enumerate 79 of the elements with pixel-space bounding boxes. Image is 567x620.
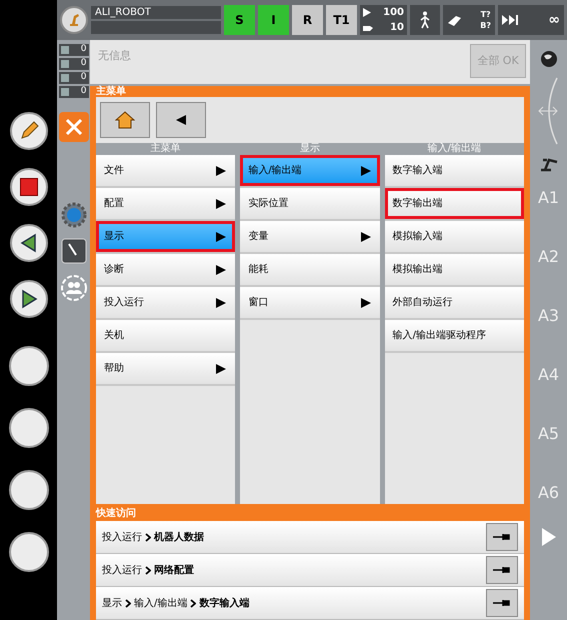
gear-icon[interactable] bbox=[60, 202, 86, 228]
status-button[interactable]: I bbox=[258, 5, 289, 35]
menu-item[interactable]: 数字输出端 bbox=[384, 188, 524, 221]
robot-logo-icon bbox=[60, 6, 88, 34]
softkey-button[interactable] bbox=[8, 470, 48, 510]
walking-person-icon[interactable] bbox=[410, 5, 440, 35]
menu-item[interactable]: 外部自动运行 bbox=[384, 287, 524, 320]
pin-button[interactable] bbox=[486, 523, 518, 551]
menu-item[interactable]: 文件 bbox=[96, 155, 236, 188]
menu-item[interactable]: 模拟输入端 bbox=[384, 221, 524, 254]
menu-item[interactable]: 数字输入端 bbox=[384, 155, 524, 188]
column-header: 输入/输出端 bbox=[384, 143, 524, 155]
menu-item[interactable]: 能耗 bbox=[240, 254, 380, 287]
pin-icon bbox=[493, 599, 511, 607]
menu-item[interactable]: 投入运行 bbox=[96, 287, 236, 320]
status-button[interactable]: T1 bbox=[326, 5, 357, 35]
column-header: 主菜单 bbox=[96, 143, 236, 155]
menu-item[interactable]: 帮助 bbox=[96, 353, 236, 386]
chevron-icon bbox=[145, 532, 151, 542]
robot-name-field: ALI_ROBOT bbox=[91, 6, 221, 19]
menu-item[interactable]: 模拟输出端 bbox=[384, 254, 524, 287]
menu-item[interactable]: 关机 bbox=[96, 320, 236, 353]
softkey-button[interactable] bbox=[8, 346, 48, 386]
globe-icon[interactable] bbox=[540, 50, 558, 68]
chevron-icon bbox=[125, 598, 131, 608]
tool-base-button[interactable]: T? B? bbox=[443, 5, 495, 35]
pin-button[interactable] bbox=[486, 589, 518, 617]
message-counter: 0 bbox=[58, 86, 88, 98]
home-button[interactable] bbox=[100, 102, 150, 138]
back-button[interactable] bbox=[156, 102, 206, 138]
back-triangle-icon bbox=[18, 233, 38, 253]
panel-title: 主菜单 bbox=[96, 86, 127, 97]
message-text: 无信息 bbox=[97, 48, 132, 64]
keypad-button[interactable] bbox=[10, 112, 48, 150]
menu-item[interactable]: 输入/输出端 bbox=[240, 155, 380, 188]
back-icon bbox=[176, 115, 186, 125]
robot-arm-icon[interactable] bbox=[538, 156, 558, 172]
status-button[interactable]: R bbox=[292, 5, 323, 35]
column-header: 显示 bbox=[240, 143, 380, 155]
pin-icon bbox=[493, 533, 511, 541]
close-button[interactable] bbox=[58, 112, 88, 142]
stop-icon bbox=[20, 178, 38, 196]
panel-title: 快速访问 bbox=[96, 506, 137, 521]
message-counter: 0 bbox=[58, 72, 88, 84]
menu-item[interactable]: 窗口 bbox=[240, 287, 380, 320]
quick-access-path[interactable]: 显示 输入/输出端 数字输入端 bbox=[102, 596, 250, 610]
pin-button[interactable] bbox=[486, 556, 518, 584]
tool-label: T? bbox=[480, 9, 491, 20]
menu-item[interactable]: 实际位置 bbox=[240, 188, 380, 221]
keypad-button[interactable] bbox=[10, 224, 48, 262]
pin-icon bbox=[493, 566, 511, 574]
run-mode-button[interactable]: ∞ bbox=[498, 5, 564, 35]
close-icon bbox=[64, 118, 82, 136]
program-override: 100 bbox=[383, 6, 404, 20]
base-label: B? bbox=[480, 20, 491, 31]
users-icon[interactable] bbox=[60, 274, 88, 302]
play-icon[interactable] bbox=[542, 528, 556, 546]
message-counter: 0 bbox=[58, 44, 88, 56]
menu-item[interactable]: 显示 bbox=[96, 221, 236, 254]
chevron-icon bbox=[145, 566, 151, 574]
keypad-button[interactable] bbox=[10, 280, 48, 318]
softkey-button[interactable] bbox=[8, 408, 48, 448]
rotation-curve-drawing bbox=[536, 76, 560, 146]
softkey-button[interactable] bbox=[8, 532, 48, 572]
keypad-button[interactable] bbox=[10, 168, 48, 206]
status-button[interactable]: S bbox=[224, 5, 255, 35]
menu-item[interactable]: 诊断 bbox=[96, 254, 236, 287]
quick-access-path[interactable]: 投入运行 网络配置 bbox=[102, 562, 194, 578]
jog-override: 10 bbox=[390, 21, 404, 35]
menu-item[interactable]: 变量 bbox=[240, 221, 380, 254]
quick-access-path[interactable]: 投入运行 机器人数据 bbox=[102, 530, 204, 544]
home-icon bbox=[115, 111, 135, 129]
chevron-icon bbox=[190, 598, 196, 608]
clock-icon[interactable] bbox=[60, 238, 86, 264]
skip-icon bbox=[502, 15, 520, 25]
menu-item[interactable]: 配置 bbox=[96, 188, 236, 221]
menu-item[interactable]: 输入/输出端驱动程序 bbox=[384, 320, 524, 353]
play-icon bbox=[363, 8, 371, 17]
message-counter: 0 bbox=[58, 58, 88, 70]
